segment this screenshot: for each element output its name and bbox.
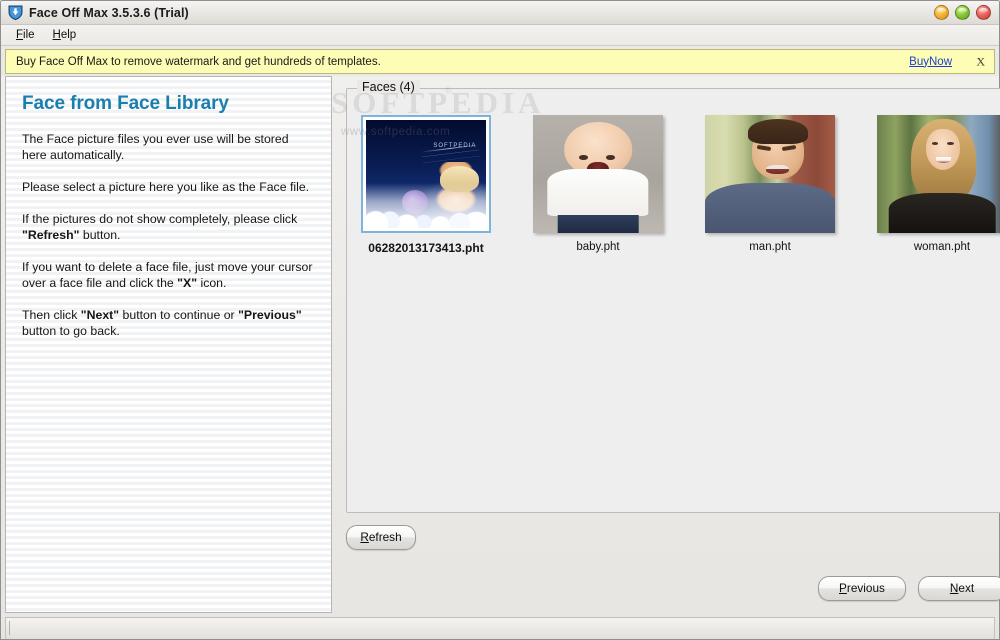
face-label-1: baby.pht xyxy=(576,241,620,253)
faces-group-box: Faces (4) SOFTPEDIA 06282013173413.pht b… xyxy=(346,80,1000,513)
menu-bar: File Help xyxy=(1,25,999,46)
face-label-3: woman.pht xyxy=(913,241,971,253)
instruction-text-2: Please select a picture here you like as… xyxy=(22,180,310,194)
face-thumbnail-frame-2 xyxy=(705,115,835,233)
application-window: Face Off Max 3.5.3.6 (Trial) File Help B… xyxy=(0,0,1000,640)
title-bar: Face Off Max 3.5.3.6 (Trial) xyxy=(1,1,999,25)
face-thumbnail-frame-0: SOFTPEDIA xyxy=(361,115,491,233)
instruction-paragraph-5: Then click "Next" button to continue or … xyxy=(22,308,302,338)
face-label-2: man.pht xyxy=(749,241,791,253)
man-mouth xyxy=(766,164,790,174)
baby-jeans xyxy=(557,215,639,233)
face-image-2 xyxy=(705,115,835,233)
man-shirt xyxy=(705,183,835,233)
instructions-sidebar: Face from Face Library The Face picture … xyxy=(5,76,332,613)
status-bar xyxy=(5,617,995,639)
faces-group-legend: Faces (4) xyxy=(357,80,420,94)
window-title: Face Off Max 3.5.3.6 (Trial) xyxy=(29,5,189,20)
buy-now-link[interactable]: BuyNow xyxy=(909,56,952,68)
woman-top xyxy=(888,192,996,233)
face-image-3 xyxy=(877,115,1000,233)
instruction-text-1: The Face picture files you ever use will… xyxy=(22,132,289,162)
refresh-button[interactable]: Refresh xyxy=(346,525,416,550)
promo-banner: Buy Face Off Max to remove watermark and… xyxy=(5,49,995,74)
window-controls xyxy=(934,5,991,20)
main-content: Faces (4) SOFTPEDIA 06282013173413.pht b… xyxy=(346,76,1000,613)
face-image-0: SOFTPEDIA xyxy=(366,120,486,228)
baby-eye-left xyxy=(578,155,588,160)
woman-eye-right xyxy=(947,142,954,145)
refresh-row: Refresh xyxy=(346,525,1000,550)
maximize-button[interactable] xyxy=(955,5,970,20)
instruction-paragraph-2: Please select a picture here you like as… xyxy=(22,179,315,195)
instruction-paragraph-1: The Face picture files you ever use will… xyxy=(22,131,315,163)
face-item-3[interactable]: woman.pht xyxy=(877,115,1000,255)
face-item-1[interactable]: baby.pht xyxy=(533,115,663,255)
baby-eye-right xyxy=(605,155,615,160)
app-shield-arrow-icon xyxy=(7,4,24,21)
sidebar-heading: Face from Face Library xyxy=(22,93,229,114)
close-button[interactable] xyxy=(976,5,991,20)
next-button[interactable]: Next xyxy=(918,576,1000,601)
face-item-2[interactable]: man.pht xyxy=(705,115,835,255)
navigation-buttons: Previous Next xyxy=(818,576,1000,601)
instruction-paragraph-3: If the pictures do not show completely, … xyxy=(22,212,298,242)
baby-shirt xyxy=(547,169,649,217)
body-area: Face from Face Library The Face picture … xyxy=(1,76,1000,613)
face-label-0: 06282013173413.pht xyxy=(368,241,484,255)
face-image-1 xyxy=(533,115,663,233)
previous-button[interactable]: Previous xyxy=(818,576,906,601)
banner-close-icon[interactable]: X xyxy=(976,54,985,69)
face-thumbnail-frame-1 xyxy=(533,115,663,233)
woman-eye-left xyxy=(931,142,939,145)
menu-item-file[interactable]: File xyxy=(7,27,44,43)
poster-foam xyxy=(366,182,486,228)
instruction-paragraph-4: If you want to delete a face file, just … xyxy=(22,260,313,290)
face-item-0[interactable]: SOFTPEDIA 06282013173413.pht xyxy=(361,115,491,255)
minimize-button[interactable] xyxy=(934,5,949,20)
poster-watermark-text: SOFTPEDIA xyxy=(433,142,477,149)
faces-thumbnail-list: SOFTPEDIA 06282013173413.pht baby.pht ma… xyxy=(347,89,1000,255)
man-hair xyxy=(747,118,808,145)
face-thumbnail-frame-3 xyxy=(877,115,1000,233)
menu-item-help[interactable]: Help xyxy=(44,27,86,43)
promo-banner-text: Buy Face Off Max to remove watermark and… xyxy=(16,55,381,68)
promo-banner-container: Buy Face Off Max to remove watermark and… xyxy=(1,46,999,76)
